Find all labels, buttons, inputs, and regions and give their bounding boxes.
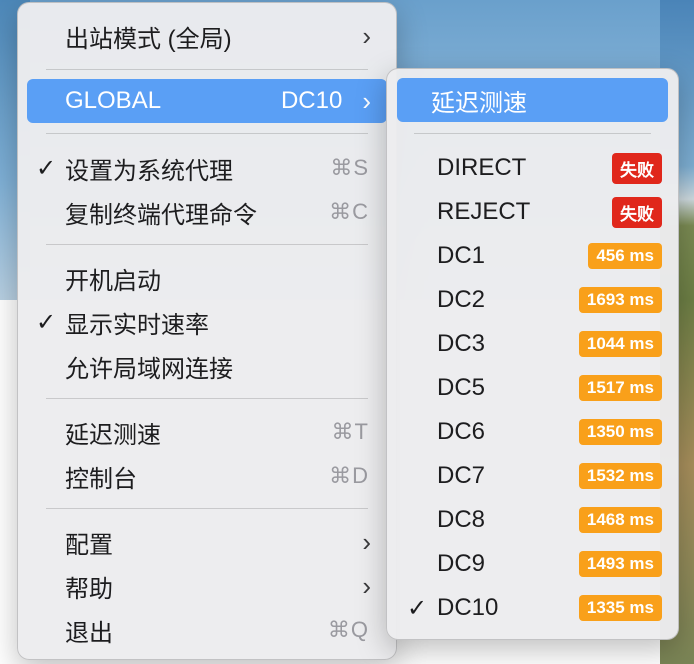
shortcut-label: ⌘T bbox=[331, 419, 369, 444]
proxy-item-dc6[interactable]: DC6 1350 ms bbox=[397, 410, 668, 454]
proxy-name: DC6 bbox=[437, 418, 486, 445]
menu-item-launch-at-login[interactable]: 开机启动 bbox=[27, 256, 387, 300]
menu-item-latency-test[interactable]: 延迟测速 ⌘T bbox=[27, 410, 387, 454]
menu-item-quit[interactable]: 退出 ⌘Q bbox=[27, 608, 387, 652]
menu-item-help[interactable]: 帮助 › bbox=[27, 564, 387, 608]
menu-item-label: 帮助 bbox=[65, 575, 113, 603]
chevron-right-icon: › bbox=[362, 20, 371, 51]
menu-item-show-speed[interactable]: ✓ 显示实时速率 bbox=[27, 300, 387, 344]
proxy-item-dc5[interactable]: DC5 1517 ms bbox=[397, 366, 668, 410]
proxy-name: DC9 bbox=[437, 550, 486, 577]
shortcut-label: ⌘Q bbox=[327, 617, 369, 642]
separator bbox=[46, 133, 368, 134]
proxy-submenu: 延迟测速 DIRECT 失败 REJECT 失败 DC1 456 ms DC2 … bbox=[386, 68, 679, 640]
separator bbox=[46, 244, 368, 245]
proxy-name: DIRECT bbox=[437, 154, 527, 181]
proxy-name: DC1 bbox=[437, 242, 486, 269]
latency-badge: 1493 ms bbox=[578, 551, 662, 577]
latency-badge: 1693 ms bbox=[578, 287, 662, 313]
checkmark-icon: ✓ bbox=[35, 154, 57, 182]
proxy-item-direct[interactable]: DIRECT 失败 bbox=[397, 146, 668, 190]
latency-badge: 1517 ms bbox=[578, 375, 662, 401]
menu-item-config[interactable]: 配置 › bbox=[27, 520, 387, 564]
desktop: 出站模式 (全局) › GLOBAL DC10 › ✓ 设置为系统代理 ⌘S 复… bbox=[0, 0, 694, 664]
proxy-item-reject[interactable]: REJECT 失败 bbox=[397, 190, 668, 234]
menu-item-dashboard[interactable]: 控制台 ⌘D bbox=[27, 454, 387, 498]
menu-item-allow-lan[interactable]: 允许局域网连接 bbox=[27, 344, 387, 388]
proxy-item-dc10[interactable]: ✓ DC10 1335 ms bbox=[397, 586, 668, 630]
menu-item-set-system-proxy[interactable]: ✓ 设置为系统代理 ⌘S bbox=[27, 146, 387, 190]
checkmark-icon: ✓ bbox=[406, 594, 428, 622]
menu-item-label: 出站模式 (全局) bbox=[65, 25, 232, 53]
menu-item-label: 复制终端代理命令 bbox=[65, 201, 257, 229]
proxy-name: DC10 bbox=[437, 594, 499, 621]
proxy-name: REJECT bbox=[437, 198, 531, 225]
shortcut-label: ⌘D bbox=[329, 463, 369, 488]
chevron-right-icon: › bbox=[362, 526, 371, 557]
latency-badge: 456 ms bbox=[588, 243, 662, 269]
proxy-item-dc7[interactable]: DC7 1532 ms bbox=[397, 454, 668, 498]
menu-item-label: 控制台 bbox=[65, 465, 137, 493]
proxy-item-dc1[interactable]: DC1 456 ms bbox=[397, 234, 668, 278]
latency-badge: 1350 ms bbox=[578, 419, 662, 445]
latency-badge: 1044 ms bbox=[578, 331, 662, 357]
separator bbox=[46, 398, 368, 399]
menu-item-label: 开机启动 bbox=[65, 267, 161, 295]
proxy-name: DC7 bbox=[437, 462, 486, 489]
separator bbox=[46, 69, 368, 70]
separator bbox=[46, 508, 368, 509]
proxy-item-dc9[interactable]: DC9 1493 ms bbox=[397, 542, 668, 586]
submenu-item-latency-test[interactable]: 延迟测速 bbox=[397, 78, 668, 122]
separator bbox=[414, 133, 651, 134]
menu-item-label: 显示实时速率 bbox=[65, 311, 209, 339]
proxy-item-dc8[interactable]: DC8 1468 ms bbox=[397, 498, 668, 542]
status-badge: 失败 bbox=[612, 152, 662, 184]
menu-item-label: 允许局域网连接 bbox=[65, 355, 233, 383]
status-bar-menu: 出站模式 (全局) › GLOBAL DC10 › ✓ 设置为系统代理 ⌘S 复… bbox=[17, 2, 397, 660]
menu-item-label: 配置 bbox=[65, 531, 113, 559]
menu-item-label: 设置为系统代理 bbox=[65, 157, 233, 185]
latency-badge: 1468 ms bbox=[578, 507, 662, 533]
menu-item-copy-terminal-command[interactable]: 复制终端代理命令 ⌘C bbox=[27, 190, 387, 234]
proxy-name: DC3 bbox=[437, 330, 486, 357]
menu-item-label: 延迟测速 bbox=[65, 421, 161, 449]
shortcut-label: ⌘C bbox=[329, 199, 369, 224]
latency-badge: 1532 ms bbox=[578, 463, 662, 489]
proxy-item-dc2[interactable]: DC2 1693 ms bbox=[397, 278, 668, 322]
shortcut-label: ⌘S bbox=[330, 155, 369, 180]
proxy-item-dc3[interactable]: DC3 1044 ms bbox=[397, 322, 668, 366]
menu-item-label: GLOBAL bbox=[65, 87, 162, 114]
proxy-name: DC5 bbox=[437, 374, 486, 401]
menu-item-global[interactable]: GLOBAL DC10 › bbox=[27, 79, 387, 123]
proxy-name: DC2 bbox=[437, 286, 486, 313]
selected-proxy-value: DC10 bbox=[280, 87, 343, 114]
menu-item-label: 退出 bbox=[65, 619, 113, 647]
proxy-name: DC8 bbox=[437, 506, 486, 533]
chevron-right-icon: › bbox=[362, 570, 371, 601]
menu-item-label: 延迟测速 bbox=[431, 89, 527, 117]
latency-badge: 1335 ms bbox=[578, 595, 662, 621]
checkmark-icon: ✓ bbox=[35, 308, 57, 336]
status-badge: 失败 bbox=[612, 196, 662, 228]
menu-item-outbound-mode[interactable]: 出站模式 (全局) › bbox=[27, 14, 387, 58]
chevron-right-icon: › bbox=[362, 85, 371, 116]
